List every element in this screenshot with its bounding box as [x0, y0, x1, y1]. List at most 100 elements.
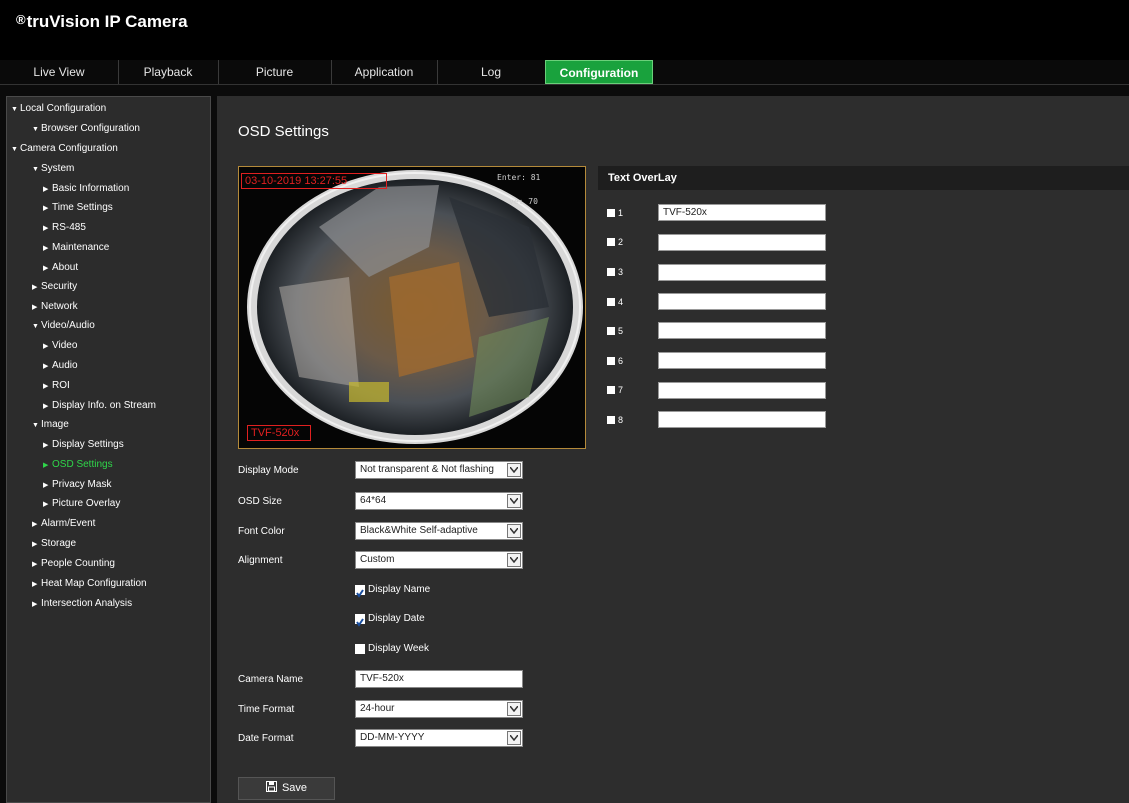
date-format-label: Date Format [238, 733, 294, 744]
save-button[interactable]: Save [238, 777, 335, 800]
checkmark-icon [356, 589, 364, 598]
sidebar-item-browser-configuration[interactable]: ▼ Browser Configuration [32, 123, 140, 134]
sidebar-item-storage[interactable]: ▶ Storage [32, 538, 76, 549]
caret-icon: ▶ [32, 284, 38, 291]
sidebar-item-time-settings[interactable]: ▶ Time Settings [43, 202, 113, 213]
overlay-checkbox-2[interactable] [607, 238, 615, 246]
overlay-number: 6 [618, 356, 624, 366]
sidebar-item-picture-overlay[interactable]: ▶ Picture Overlay [43, 498, 120, 509]
sidebar-item-display-settings[interactable]: ▶ Display Settings [43, 439, 124, 450]
caret-icon: ▶ [32, 601, 38, 608]
overlay-number: 7 [618, 385, 624, 395]
overlay-text-input-8[interactable] [658, 411, 826, 428]
overlay-checkbox-6[interactable] [607, 357, 615, 365]
caret-icon: ▼ [32, 422, 39, 429]
display-date-checkbox[interactable] [355, 614, 365, 627]
caret-icon: ▶ [43, 265, 49, 272]
caret-icon: ▼ [32, 166, 39, 173]
caret-icon: ▶ [32, 304, 38, 311]
tab-log[interactable]: Log [437, 60, 546, 84]
display-week-label: Display Week [368, 643, 429, 654]
overlay-text-input-4[interactable] [658, 293, 826, 310]
caret-icon: ▶ [43, 462, 49, 469]
tab-application[interactable]: Application [331, 60, 438, 84]
overlay-text-input-5[interactable] [658, 322, 826, 339]
sidebar-item-heat-map-configuration[interactable]: ▶ Heat Map Configuration [32, 578, 147, 589]
text-overlay-header: Text OverLay [598, 166, 1129, 190]
caret-icon: ▼ [32, 323, 39, 330]
sidebar-item-camera-configuration[interactable]: ▼ Camera Configuration [11, 143, 118, 154]
overlay-number: 2 [618, 237, 624, 247]
header-bar: ®truVision IP Camera [0, 0, 1129, 60]
tab-configuration[interactable]: Configuration [545, 60, 653, 84]
font-color-select[interactable]: Black&White Self-adaptive [355, 522, 523, 540]
sidebar-item-maintenance[interactable]: ▶ Maintenance [43, 242, 109, 253]
overlay-number: 3 [618, 267, 624, 277]
osd-datetime-box[interactable]: 03-10-2019 13:27:55 [241, 173, 387, 189]
date-format-select[interactable]: DD-MM-YYYY [355, 729, 523, 747]
caret-icon: ▼ [11, 106, 18, 113]
sidebar-item-osd-settings[interactable]: ▶ OSD Settings [43, 459, 113, 470]
tab-playback[interactable]: Playback [118, 60, 219, 84]
sidebar-item-audio[interactable]: ▶ Audio [43, 360, 78, 371]
chevron-down-icon [507, 524, 521, 538]
display-mode-label: Display Mode [238, 465, 299, 476]
overlay-checkbox-5[interactable] [607, 327, 615, 335]
overlay-number: 1 [618, 208, 624, 218]
sidebar-item-network[interactable]: ▶ Network [32, 301, 78, 312]
sidebar-item-privacy-mask[interactable]: ▶ Privacy Mask [43, 479, 111, 490]
sidebar-item-intersection-analysis[interactable]: ▶ Intersection Analysis [32, 598, 132, 609]
overlay-text-input-1[interactable]: TVF-520x [658, 204, 826, 221]
tab-live-view[interactable]: Live View [0, 60, 119, 84]
overlay-checkbox-8[interactable] [607, 416, 615, 424]
sidebar-item-security[interactable]: ▶ Security [32, 281, 77, 292]
page-title: OSD Settings [238, 123, 329, 140]
sidebar-item-people-counting[interactable]: ▶ People Counting [32, 558, 115, 569]
osd-size-label: OSD Size [238, 496, 282, 507]
overlay-number: 4 [618, 297, 624, 307]
caret-icon: ▶ [43, 403, 49, 410]
overlay-text-input-6[interactable] [658, 352, 826, 369]
alignment-select[interactable]: Custom [355, 551, 523, 569]
overlay-text-input-7[interactable] [658, 382, 826, 399]
osd-camera-name-box[interactable]: TVF-520x [247, 425, 311, 441]
overlay-checkbox-4[interactable] [607, 298, 615, 306]
caret-icon: ▶ [43, 225, 49, 232]
checkmark-icon [356, 618, 364, 627]
time-format-select[interactable]: 24-hour [355, 700, 523, 718]
display-name-checkbox[interactable] [355, 585, 365, 598]
sidebar-item-display-info-on-stream[interactable]: ▶ Display Info. on Stream [43, 400, 156, 411]
sidebar-item-image[interactable]: ▼ Image [32, 419, 69, 430]
caret-icon: ▶ [43, 383, 49, 390]
caret-icon: ▶ [32, 581, 38, 588]
sidebar-item-roi[interactable]: ▶ ROI [43, 380, 70, 391]
sidebar-item-system[interactable]: ▼ System [32, 163, 74, 174]
sidebar-item-video[interactable]: ▶ Video [43, 340, 77, 351]
alignment-label: Alignment [238, 555, 283, 566]
overlay-text-input-3[interactable] [658, 264, 826, 281]
sidebar-item-alarm-event[interactable]: ▶ Alarm/Event [32, 518, 95, 529]
osd-size-select[interactable]: 64*64 [355, 492, 523, 510]
sidebar-item-about[interactable]: ▶ About [43, 262, 78, 273]
display-week-checkbox[interactable] [355, 644, 365, 654]
leave-count-label: ve: 70 [509, 197, 538, 206]
tab-picture[interactable]: Picture [218, 60, 332, 84]
sidebar-item-rs485[interactable]: ▶ RS-485 [43, 222, 86, 233]
overlay-checkbox-3[interactable] [607, 268, 615, 276]
display-mode-select[interactable]: Not transparent & Not flashing [355, 461, 523, 479]
sidebar-item-video-audio[interactable]: ▼ Video/Audio [32, 320, 95, 331]
overlay-checkbox-7[interactable] [607, 386, 615, 394]
caret-icon: ▶ [43, 442, 49, 449]
chevron-down-icon [507, 553, 521, 567]
caret-icon: ▶ [43, 186, 49, 193]
caret-icon: ▼ [11, 146, 18, 153]
camera-name-input[interactable]: TVF-520x [355, 670, 523, 688]
caret-icon: ▶ [32, 521, 38, 528]
camera-preview[interactable]: 03-10-2019 13:27:55 Enter: 81 ve: 70 TVF… [238, 166, 586, 449]
overlay-text-input-2[interactable] [658, 234, 826, 251]
overlay-number: 8 [618, 415, 624, 425]
overlay-checkbox-1[interactable] [607, 209, 615, 217]
caret-icon: ▶ [43, 343, 49, 350]
sidebar-item-basic-information[interactable]: ▶ Basic Information [43, 183, 129, 194]
sidebar-item-local-configuration[interactable]: ▼ Local Configuration [11, 103, 106, 114]
